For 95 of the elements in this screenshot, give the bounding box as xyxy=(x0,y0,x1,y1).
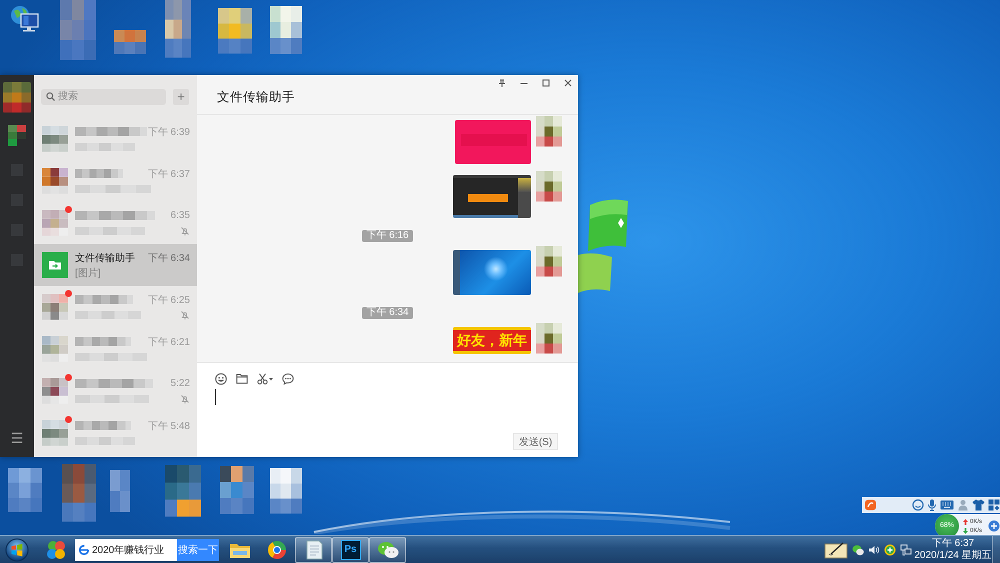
pixelated-message xyxy=(75,143,135,151)
plus-badge-icon[interactable] xyxy=(884,544,896,556)
pixelated-message xyxy=(75,311,141,319)
message-time: 下午 5:48 xyxy=(148,420,190,432)
grid-icon[interactable] xyxy=(988,499,1000,511)
chat-list-item[interactable]: 下午 6:21 xyxy=(34,328,197,370)
tile-swoosh-icon[interactable] xyxy=(865,498,876,512)
pixelated-icon[interactable] xyxy=(270,6,302,54)
message-time: 下午 6:25 xyxy=(148,294,190,306)
clock-time[interactable]: 下午 6:37 xyxy=(932,538,974,550)
pixelated-avatar[interactable] xyxy=(3,82,31,113)
search-icon xyxy=(46,92,55,101)
pixelated-avatar[interactable] xyxy=(42,168,68,194)
show-desktop-button[interactable] xyxy=(992,536,1000,563)
add-button[interactable]: + xyxy=(173,88,189,104)
pixelated-name xyxy=(75,337,131,346)
taskbar-button[interactable]: Ps xyxy=(332,536,369,562)
desktop-screenshot[interactable] xyxy=(453,250,531,295)
speaker-icon[interactable] xyxy=(868,544,880,556)
search-field[interactable]: 2020年赚钱行业 xyxy=(75,538,177,560)
banner-image[interactable]: 好友，新年 xyxy=(453,327,531,354)
menu-button[interactable]: ☰ xyxy=(10,431,24,445)
pixelated-avatar[interactable] xyxy=(42,294,68,320)
close-icon[interactable] xyxy=(564,79,572,87)
pixelated-avatar[interactable] xyxy=(42,378,68,404)
down-arrow-icon xyxy=(963,528,968,534)
four-color-logo-icon[interactable] xyxy=(45,538,67,560)
clock-date[interactable]: 2020/1/24 星期五 xyxy=(914,550,992,562)
pixelated-icon[interactable] xyxy=(270,468,302,514)
timestamp: 下午 6:34 xyxy=(362,307,413,319)
pixelated-name xyxy=(75,421,131,430)
chat-list-item[interactable]: 5:22 xyxy=(34,370,197,412)
start-orb-icon[interactable] xyxy=(5,538,29,562)
chat-list-item[interactable]: 下午 6:25 xyxy=(34,286,197,328)
pixelated-icon[interactable] xyxy=(165,0,191,58)
microphone-icon[interactable] xyxy=(927,499,937,511)
pixelated-name xyxy=(75,169,123,178)
message-time: 下午 6:39 xyxy=(148,126,190,138)
ps-tile: Ps xyxy=(340,540,360,560)
pixelated-icon[interactable] xyxy=(218,8,252,54)
chat-list-item[interactable]: 下午 6:37 xyxy=(34,160,197,202)
pixelated-avatar[interactable] xyxy=(536,246,562,277)
pixelated-avatar[interactable] xyxy=(42,420,68,446)
text-cursor xyxy=(215,389,216,405)
emoji-icon[interactable] xyxy=(215,372,227,384)
pixelated-avatar[interactable] xyxy=(42,126,68,152)
search-field[interactable]: 搜索 xyxy=(41,88,166,104)
chat-title: 文件传输助手 xyxy=(217,89,295,105)
pixelated-icon[interactable] xyxy=(8,125,26,146)
pixelated-message xyxy=(75,437,135,445)
message-time: 5:22 xyxy=(170,378,190,389)
maximize-icon[interactable] xyxy=(542,79,550,87)
pixelated-avatar[interactable] xyxy=(536,323,562,354)
network-icon[interactable] xyxy=(900,544,912,556)
smiley-icon[interactable] xyxy=(912,499,924,511)
pixelated-name xyxy=(75,127,147,136)
editor-screenshot[interactable] xyxy=(453,175,531,218)
message-time: 下午 6:37 xyxy=(148,168,190,180)
plus-circle-icon[interactable] xyxy=(988,520,1000,532)
chat-bubbles-icon[interactable] xyxy=(852,544,864,556)
message-time: 6:35 xyxy=(170,210,190,221)
taskbar-button[interactable] xyxy=(369,536,406,562)
timestamp: 下午 6:16 xyxy=(362,230,413,242)
message-time: 下午 6:21 xyxy=(148,336,190,348)
chat-bubble-icon[interactable] xyxy=(282,372,294,384)
chat-list-item[interactable]: 下午 5:48 xyxy=(34,412,197,454)
pixelated-message xyxy=(75,353,147,361)
globe-monitor-icon[interactable] xyxy=(10,5,40,33)
colored-ring-icon xyxy=(266,540,286,560)
pen-pad-icon[interactable] xyxy=(824,540,848,558)
up-arrow-icon xyxy=(963,518,968,524)
scissors-icon[interactable] xyxy=(257,372,268,384)
pixelated-name xyxy=(75,295,133,304)
folder-icon[interactable] xyxy=(236,373,248,384)
caret-icon[interactable] xyxy=(269,376,273,380)
chat-bubbles-icon xyxy=(376,540,398,558)
pixelated-icon[interactable] xyxy=(165,465,201,517)
message-preview: [图片] xyxy=(75,266,101,280)
browser-e-icon xyxy=(78,544,90,556)
send-button[interactable]: 发送(S) xyxy=(513,433,558,450)
pixelated-icon[interactable] xyxy=(220,466,254,514)
keyboard-icon[interactable] xyxy=(940,500,954,510)
shirt-icon[interactable] xyxy=(972,499,985,511)
pixelated-avatar[interactable] xyxy=(536,116,562,147)
chat-list-item[interactable]: 6:35 xyxy=(34,202,197,244)
pixelated-avatar[interactable] xyxy=(536,171,562,202)
notepad-icon xyxy=(304,538,324,560)
taskbar-button[interactable] xyxy=(295,536,332,562)
pixelated-message xyxy=(75,227,145,235)
search-button[interactable]: 搜索一下 xyxy=(177,538,219,560)
chat-list-item[interactable]: 下午 6:39 xyxy=(34,118,197,160)
pin-icon[interactable] xyxy=(498,79,506,87)
message-time: 下午 6:34 xyxy=(148,252,190,264)
chat-name: 文件传输助手 xyxy=(75,252,135,264)
chat-list-item[interactable]: 文件传输助手 下午 6:34 [图片] xyxy=(34,244,197,286)
